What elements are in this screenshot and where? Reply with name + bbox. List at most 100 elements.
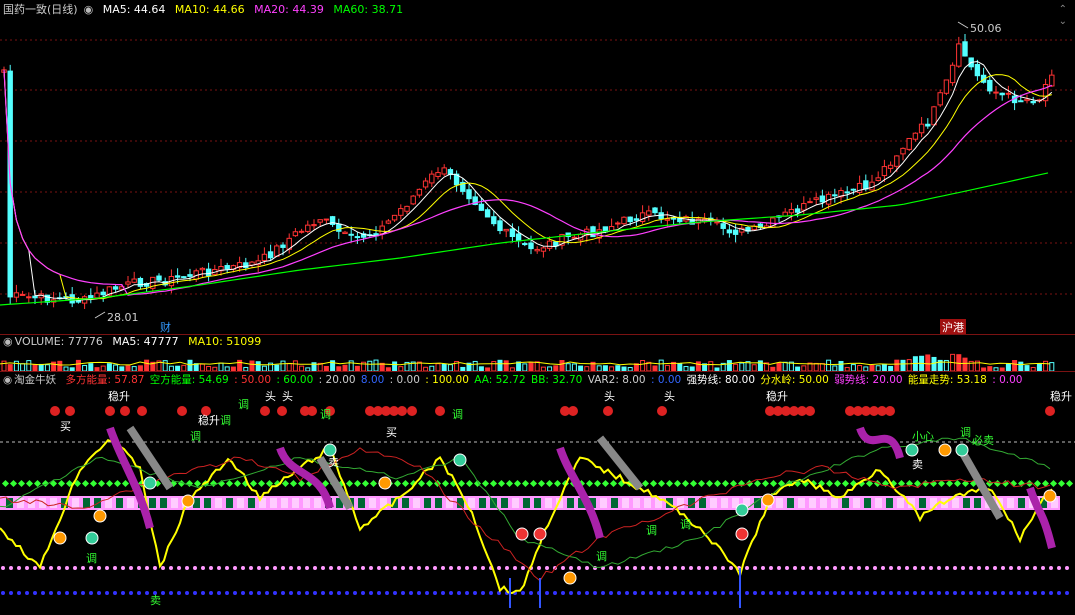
ind-name[interactable]: 淘金牛妖	[14, 374, 56, 386]
pink-dot	[809, 566, 813, 570]
pink-dot	[633, 566, 637, 570]
candlestick	[1024, 98, 1030, 102]
pink-dot	[873, 566, 877, 570]
volume-bar	[255, 361, 261, 371]
blue-dot	[105, 591, 109, 595]
finance-marker[interactable]: 财	[160, 319, 171, 335]
pink-dot	[89, 566, 93, 570]
candlestick	[317, 219, 323, 223]
blue-dot	[73, 591, 77, 595]
green-dot	[689, 479, 698, 488]
volume-bar	[503, 360, 509, 371]
pink-dot	[377, 566, 381, 570]
green-dot	[553, 479, 562, 488]
candlestick	[794, 208, 801, 213]
candlestick	[305, 224, 311, 232]
green-dot	[1065, 479, 1074, 488]
candlestick	[342, 231, 348, 235]
band-block	[787, 498, 794, 508]
pink-dot	[473, 566, 477, 570]
blue-dot	[145, 591, 149, 595]
pink-dot	[105, 566, 109, 570]
band-block	[83, 498, 90, 508]
signal-text: 调	[238, 398, 249, 411]
candlestick	[664, 218, 671, 221]
candlestick	[181, 276, 187, 279]
hk-connect-marker[interactable]: 沪港	[940, 319, 966, 335]
ind-weak: 弱势线: 20.00	[834, 374, 903, 386]
volume-bar	[819, 363, 825, 371]
indicator-pane[interactable]: 稳升买头头稳升调调调调买调头头稳升 稳升 小心调必卖调卖调调调卖卖	[0, 388, 1075, 615]
green-dot	[657, 479, 666, 488]
green-dot	[601, 479, 610, 488]
pink-dot	[817, 566, 821, 570]
duo-badge	[105, 406, 115, 416]
pink-dot	[1033, 566, 1037, 570]
price-pane[interactable]	[0, 0, 1075, 334]
pink-dot	[241, 566, 245, 570]
volume-bar	[13, 360, 19, 371]
green-dot	[465, 479, 474, 488]
high-price-label: 50.06	[970, 22, 1002, 35]
blue-dot	[9, 591, 13, 595]
pink-dot	[41, 566, 45, 570]
signal-text: 头	[282, 390, 293, 403]
pink-dot	[1025, 566, 1029, 570]
volume-bar	[695, 361, 701, 371]
volume-bar	[392, 361, 398, 371]
candlestick	[720, 223, 726, 229]
volume-pane[interactable]	[0, 335, 1075, 371]
blue-dot	[1041, 591, 1045, 595]
band-block	[721, 498, 728, 508]
candlestick	[962, 41, 968, 57]
signal-text: 调	[646, 524, 657, 537]
blue-dot	[385, 591, 389, 595]
duo-badge	[885, 406, 895, 416]
blue-dot	[433, 591, 437, 595]
duo-badge	[435, 406, 445, 416]
green-dot	[593, 479, 602, 488]
candlestick	[1049, 74, 1055, 87]
pink-dot	[201, 566, 205, 570]
green-dot	[249, 479, 258, 488]
signal-text: 小心	[912, 430, 934, 443]
band-block	[160, 498, 167, 508]
band-block	[204, 498, 211, 508]
green-dot	[609, 479, 618, 488]
signal-text: 调	[190, 430, 201, 443]
blue-dot	[993, 591, 997, 595]
green-dot	[665, 479, 674, 488]
pink-dot	[641, 566, 645, 570]
signal-text: 调	[596, 550, 607, 563]
candlestick	[608, 226, 615, 231]
green-dot	[521, 479, 530, 488]
band-block	[699, 498, 706, 508]
down-badge	[143, 476, 157, 490]
pink-dot	[17, 566, 21, 570]
duo-badge	[307, 406, 317, 416]
blue-dot	[89, 591, 93, 595]
volume-bar	[187, 359, 193, 371]
band-block	[633, 498, 640, 508]
candlestick	[484, 209, 491, 218]
volume-bar	[491, 361, 497, 371]
volume-bar	[20, 363, 26, 371]
blue-dot	[721, 591, 725, 595]
pink-dot	[697, 566, 701, 570]
candlestick	[391, 214, 398, 221]
green-dot	[697, 479, 706, 488]
candlestick	[943, 79, 950, 94]
blue-dot	[41, 591, 45, 595]
band-block	[435, 498, 442, 508]
pink-dot	[417, 566, 421, 570]
collapse-icon[interactable]: ◉	[3, 374, 12, 386]
signal-text: 调	[220, 414, 231, 427]
pink-dot	[1049, 566, 1053, 570]
signal-text: 头	[265, 390, 276, 403]
green-dot	[497, 479, 506, 488]
candlestick	[844, 191, 850, 194]
volume-bar	[677, 363, 683, 371]
candlestick	[323, 218, 330, 221]
pink-dot	[361, 566, 365, 570]
green-dot	[737, 479, 746, 488]
